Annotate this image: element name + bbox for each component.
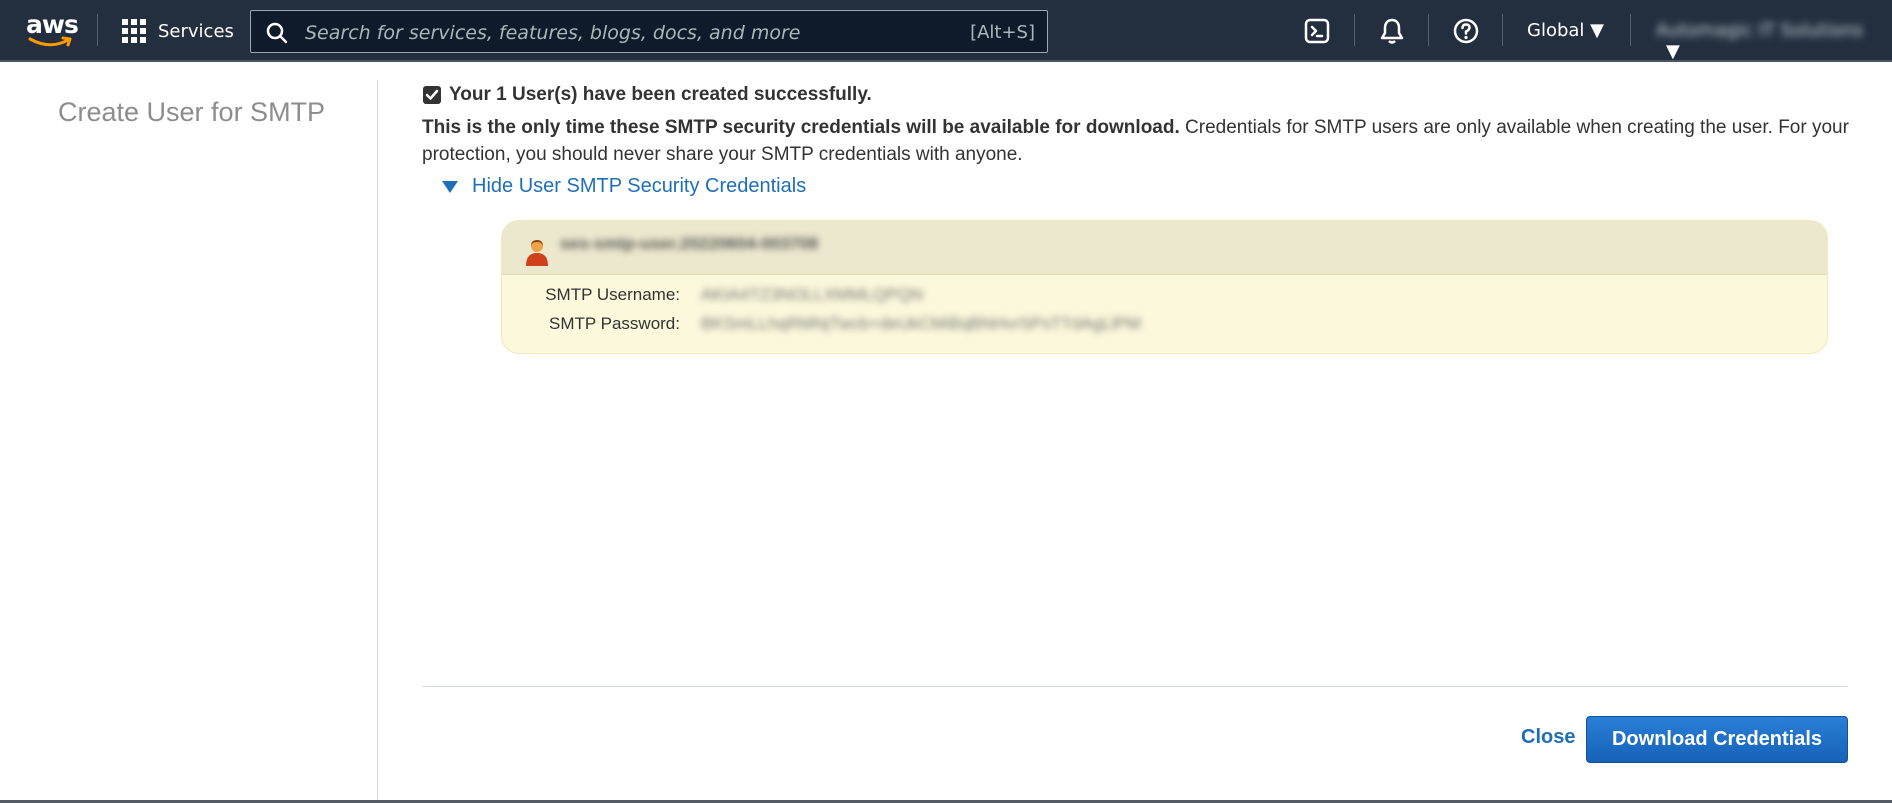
search-bar[interactable]: [Alt+S] [250, 10, 1048, 53]
caret-down-icon: ▼ [1590, 20, 1604, 41]
footer-divider [422, 686, 1848, 687]
notice-bold: This is the only time these SMTP securit… [422, 117, 1180, 138]
smtp-password-row: SMTP Password: BKSmLLhqRMNjTwcb+deUkCMiB… [502, 314, 1827, 342]
bell-icon[interactable] [1378, 17, 1406, 45]
search-shortcut-hint: [Alt+S] [970, 22, 1035, 43]
sidebar-divider [377, 80, 378, 803]
cloudshell-icon[interactable] [1304, 17, 1332, 45]
services-label: Services [158, 20, 234, 42]
smtp-user-name: ses-smtp-user.20220604-003708 [560, 234, 819, 253]
help-icon[interactable] [1452, 17, 1480, 45]
aws-logo-text: aws [26, 10, 79, 39]
smile-arrow-icon [28, 36, 72, 47]
region-label: Global [1527, 20, 1585, 41]
credentials-header: ses-smtp-user.20220604-003708 [502, 221, 1827, 275]
grid-icon [122, 19, 146, 43]
download-credentials-button[interactable]: Download Credentials [1586, 716, 1848, 763]
smtp-password-value: BKSmLLhqRMNjTwcb+deUkCMiBqBNHvrSPsTTdAgL… [701, 314, 1141, 333]
success-message: Your 1 User(s) have been created success… [423, 84, 872, 106]
success-text: Your 1 User(s) have been created success… [449, 84, 872, 105]
region-selector[interactable]: Global ▼ [1527, 20, 1604, 41]
page-title: Create User for SMTP [58, 97, 326, 127]
checkbox-checked-icon [423, 86, 441, 104]
smtp-username-row: SMTP Username: AKIA4TZ3NOLLXMMLQPQN [502, 285, 1827, 313]
nav-divider [1630, 14, 1631, 46]
search-input[interactable] [303, 18, 947, 48]
triangle-down-icon [442, 180, 458, 193]
smtp-username-value: AKIA4TZ3NOLLXMMLQPQN [701, 285, 924, 304]
toggle-label: Hide User SMTP Security Credentials [472, 175, 807, 197]
top-nav: aws Services [Alt+S] Globa [0, 0, 1892, 62]
account-name: Automagic IT Solutions [1656, 20, 1864, 41]
hide-credentials-toggle[interactable]: Hide User SMTP Security Credentials [442, 175, 806, 198]
caret-down-icon: ▼ [1666, 41, 1680, 62]
close-link[interactable]: Close [1521, 726, 1575, 749]
nav-divider [1502, 14, 1503, 46]
account-menu[interactable]: Automagic IT Solutions ▼ [1656, 20, 1892, 62]
nav-divider [1428, 14, 1429, 46]
credentials-notice: This is the only time these SMTP securit… [422, 114, 1854, 168]
aws-logo[interactable]: aws [26, 12, 79, 47]
services-menu-button[interactable]: Services [122, 17, 234, 45]
credentials-panel: ses-smtp-user.20220604-003708 SMTP Usern… [501, 220, 1828, 354]
smtp-username-label: SMTP Username: [545, 285, 680, 304]
nav-divider [97, 14, 98, 46]
smtp-password-label: SMTP Password: [548, 314, 680, 333]
search-icon [266, 22, 288, 44]
user-icon [526, 240, 548, 266]
nav-divider [1354, 14, 1355, 46]
